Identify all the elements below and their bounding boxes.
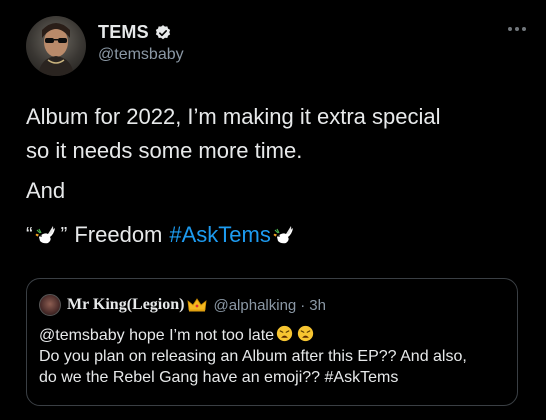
tweet-text-line-4: “ ” Freedom #AskTems <box>26 220 299 250</box>
quoted-tweet-header: Mr King(Legion) @alphalking · 3h <box>39 294 326 316</box>
dove-icon <box>273 223 297 247</box>
dove-icon <box>35 223 59 247</box>
tweet-text-line-2: so it needs some more time. <box>26 138 303 163</box>
more-options-icon[interactable] <box>508 27 526 31</box>
quoted-tweet-text: @temsbaby hope I’m not too late Do you p… <box>39 325 467 388</box>
quoted-mention[interactable]: @temsbaby <box>39 327 125 344</box>
hashtag-link[interactable]: #AskTems <box>169 220 270 250</box>
close-quote: ” <box>60 224 68 246</box>
author-display-name[interactable]: TEMS <box>98 22 149 43</box>
weary-face-icon <box>297 325 314 342</box>
quoted-timestamp[interactable]: 3h <box>309 297 326 314</box>
open-quote: “ <box>26 224 33 246</box>
quoted-author-handle[interactable]: @alphalking <box>213 297 296 314</box>
quoted-line-1-text: hope I’m not too late <box>129 327 275 344</box>
quoted-line-2: Do you plan on releasing an Album after … <box>39 348 467 365</box>
tweet-text-line-1: Album for 2022, I’m making it extra spec… <box>26 104 441 129</box>
quoted-line-1: @temsbaby hope I’m not too late <box>39 325 467 346</box>
quoted-line-3: do we the Rebel Gang have an emoji?? #As… <box>39 369 399 386</box>
author-handle[interactable]: @temsbaby <box>98 46 184 64</box>
tweet-text-line-3: And <box>26 178 66 203</box>
verified-badge-icon <box>154 24 172 42</box>
author-avatar[interactable] <box>26 16 86 76</box>
quoted-author-avatar[interactable] <box>39 294 61 316</box>
word-freedom: Freedom <box>74 222 163 247</box>
crown-icon <box>187 297 207 313</box>
tweet-card: TEMS @temsbaby Album for 2022, I’m makin… <box>0 0 546 420</box>
author-info: TEMS @temsbaby <box>98 22 184 64</box>
quoted-author-name[interactable]: Mr King(Legion) <box>67 296 184 314</box>
quoted-tweet-card[interactable]: Mr King(Legion) @alphalking · 3h @temsba… <box>26 278 518 406</box>
quoted-separator: · <box>300 296 306 314</box>
weary-face-icon <box>276 325 293 342</box>
